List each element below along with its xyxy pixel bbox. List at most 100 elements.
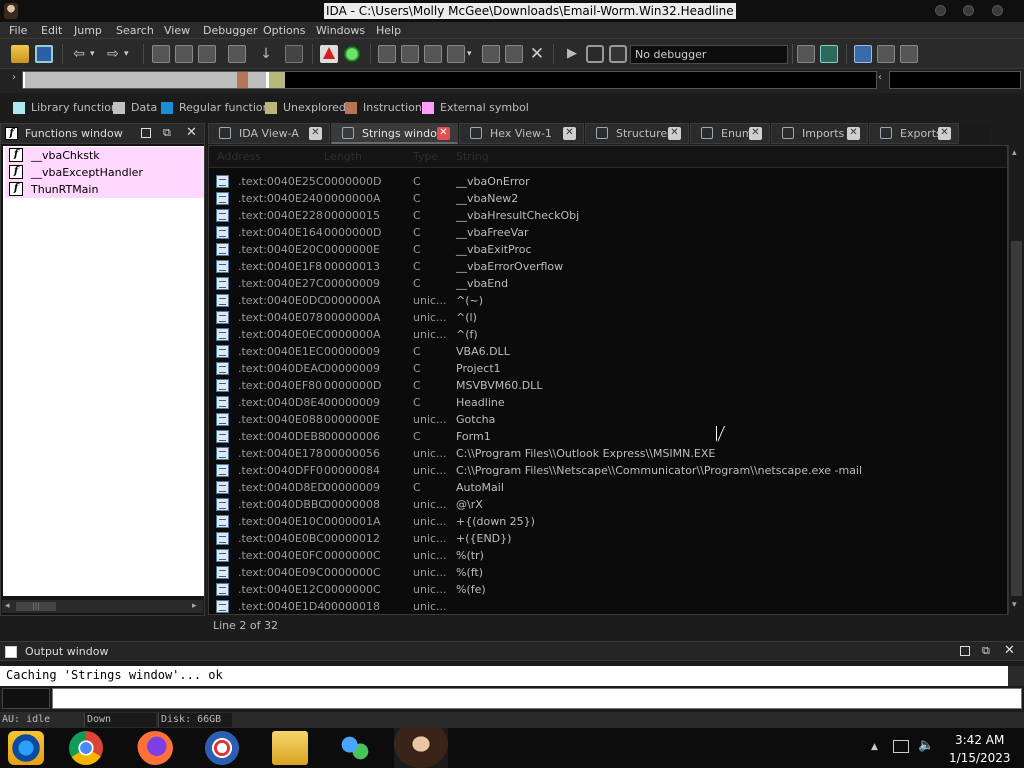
- string-row[interactable]: .text:0040DFF0 00000084 unic... C:\\Program…: [209, 462, 1007, 479]
- tab-enums[interactable]: Enums ✕: [690, 123, 770, 144]
- tab-close-icon[interactable]: ✕: [563, 127, 576, 140]
- delete-x-icon[interactable]: ✕: [528, 45, 546, 63]
- string-row[interactable]: .text:0040E178 00000056 unic... C:\\Program…: [209, 445, 1007, 462]
- strings-vertical-scrollbar[interactable]: ▴ ▾: [1008, 145, 1024, 615]
- open-folder-icon[interactable]: [11, 45, 29, 63]
- string-row[interactable]: .text:0040E27C 00000009 C __vbaEnd: [209, 275, 1007, 292]
- float-pane-icon[interactable]: ⧉: [163, 126, 171, 140]
- tab-structures[interactable]: Structures ✕: [585, 123, 689, 144]
- tab-close-icon[interactable]: ✕: [309, 127, 322, 140]
- string-row[interactable]: .text:0040E0EC 0000000A unic... ^(f): [209, 326, 1007, 343]
- step-into-icon[interactable]: [877, 45, 895, 63]
- string-row[interactable]: .text:0040D8E4 00000009 C Headline: [209, 394, 1007, 411]
- string-row[interactable]: .text:0040E09C 0000000C unic... %(ft): [209, 564, 1007, 581]
- tray-expand-icon[interactable]: ▲: [871, 742, 878, 752]
- debugger-select[interactable]: No debugger: [630, 45, 788, 64]
- navigation-band[interactable]: [22, 71, 877, 89]
- menu-search[interactable]: Search: [116, 23, 154, 38]
- save-icon[interactable]: [35, 45, 53, 63]
- string-row[interactable]: .text:0040E088 0000000E unic... Gotcha: [209, 411, 1007, 428]
- search-imm-icon[interactable]: [198, 45, 216, 63]
- string-row[interactable]: .text:0040E078 0000000A unic... ^(l): [209, 309, 1007, 326]
- column-string[interactable]: String: [456, 150, 489, 163]
- maximize-pane-icon[interactable]: [141, 128, 151, 138]
- output-scrollbar[interactable]: [1008, 666, 1024, 686]
- search-text-icon[interactable]: [228, 45, 246, 63]
- patch-icon[interactable]: [482, 45, 500, 63]
- start-button-icon[interactable]: [8, 731, 44, 765]
- forward-dropdown-icon[interactable]: ▾: [124, 45, 134, 63]
- close-pane-icon[interactable]: ✕: [186, 125, 197, 140]
- menu-windows[interactable]: Windows: [316, 23, 365, 38]
- string-row[interactable]: .text:0040E1EC 00000009 C VBA6.DLL: [209, 343, 1007, 360]
- function-item[interactable]: f ThunRTMain: [5, 181, 204, 198]
- tab-exports[interactable]: Exports ✕: [869, 123, 959, 144]
- ida-taskbar-icon[interactable]: [394, 728, 448, 768]
- tab-imports[interactable]: Imports ✕: [771, 123, 868, 144]
- breakpoints-icon[interactable]: [854, 45, 872, 63]
- column-address[interactable]: Address: [217, 150, 261, 163]
- functions-horizontal-scrollbar[interactable]: ◂ ||| ▸: [2, 600, 203, 613]
- menu-view[interactable]: View: [164, 23, 190, 38]
- binoculars-icon[interactable]: [152, 45, 170, 63]
- back-dropdown-icon[interactable]: ▾: [90, 45, 100, 63]
- run-play-icon[interactable]: ▶: [563, 45, 581, 63]
- menu-options[interactable]: Options: [263, 23, 305, 38]
- string-row[interactable]: .text:0040E25C 0000000D C __vbaOnError: [209, 173, 1007, 190]
- close-button[interactable]: [992, 5, 1003, 16]
- string-row[interactable]: .text:0040E0FC 0000000C unic... %(tr): [209, 547, 1007, 564]
- function-item[interactable]: f __vbaExceptHandler: [5, 164, 204, 181]
- command-input[interactable]: [52, 688, 1022, 709]
- pause-icon[interactable]: [586, 45, 604, 63]
- string-row[interactable]: .text:0040E10C 0000001A unic... +{(down 25}…: [209, 513, 1007, 530]
- menu-edit[interactable]: Edit: [41, 23, 62, 38]
- nav-right-arrow-icon[interactable]: ‹: [878, 72, 882, 83]
- minimize-button[interactable]: [935, 5, 946, 16]
- tab-close-icon[interactable]: ✕: [847, 127, 860, 140]
- column-length[interactable]: Length: [324, 150, 362, 163]
- search-next-icon[interactable]: [175, 45, 193, 63]
- add-struct-icon[interactable]: [424, 45, 442, 63]
- back-arrow-icon[interactable]: ⇦: [70, 45, 88, 63]
- string-row[interactable]: .text:0040DEAC 00000009 C Project1: [209, 360, 1007, 377]
- menu-help[interactable]: Help: [376, 23, 401, 38]
- tab-close-icon[interactable]: ✕: [938, 127, 951, 140]
- clock-time[interactable]: 3:42 AM: [955, 733, 1004, 747]
- firefox-icon[interactable]: [137, 731, 173, 765]
- tab-ida-view-a[interactable]: IDA View-A ✕: [208, 123, 330, 144]
- string-row[interactable]: .text:0040E1F8 00000013 C __vbaErrorOverflo…: [209, 258, 1007, 275]
- string-row[interactable]: .text:0040EF80 0000000D C MSVBVM60.DLL: [209, 377, 1007, 394]
- debugger-refresh-icon[interactable]: [820, 45, 838, 63]
- tab-close-icon[interactable]: ✕: [749, 127, 762, 140]
- string-row[interactable]: .text:0040DEB8 00000006 C Form1: [209, 428, 1007, 445]
- chrome-icon[interactable]: [69, 731, 103, 765]
- string-row[interactable]: .text:0040DBBC 00000008 unic... @\rX: [209, 496, 1007, 513]
- output-close-icon[interactable]: ✕: [1004, 643, 1015, 658]
- tab-hex-view-1[interactable]: Hex View-1 ✕: [459, 123, 584, 144]
- ida-app-icon[interactable]: [4, 3, 18, 19]
- step-over-icon[interactable]: [900, 45, 918, 63]
- file-explorer-icon[interactable]: [272, 731, 308, 765]
- tab-strings-window[interactable]: Strings window ✕: [331, 123, 458, 144]
- tab-close-icon[interactable]: ✕: [668, 127, 681, 140]
- menu-jump[interactable]: Jump: [74, 23, 102, 38]
- string-row[interactable]: .text:0040E20C 0000000E C __vbaExitProc: [209, 241, 1007, 258]
- maximize-button[interactable]: [963, 5, 974, 16]
- string-row[interactable]: .text:0040E228 00000015 C __vbaHresultCheck…: [209, 207, 1007, 224]
- script-language-button[interactable]: [2, 688, 50, 709]
- debugger-attach-icon[interactable]: [797, 45, 815, 63]
- network-tray-icon[interactable]: [893, 740, 909, 753]
- string-row[interactable]: .text:0040E1D4 00000018 unic...: [209, 598, 1007, 615]
- volume-icon[interactable]: 🔈: [918, 738, 934, 753]
- forward-arrow-icon[interactable]: ⇨: [104, 45, 122, 63]
- function-item[interactable]: f __vbaChkstk: [5, 147, 204, 164]
- output-maximize-icon[interactable]: [960, 646, 970, 656]
- column-type[interactable]: Type: [413, 150, 438, 163]
- string-row[interactable]: .text:0040E0DC 0000000A unic... ^(~): [209, 292, 1007, 309]
- add-enum-icon[interactable]: [447, 45, 465, 63]
- string-row[interactable]: .text:0040E164 0000000D C __vbaFreeVar: [209, 224, 1007, 241]
- menu-file[interactable]: File: [9, 23, 27, 38]
- warning-icon[interactable]: [320, 45, 338, 63]
- add-dropdown-icon[interactable]: ▾: [467, 45, 477, 63]
- menu-debugger[interactable]: Debugger: [203, 23, 257, 38]
